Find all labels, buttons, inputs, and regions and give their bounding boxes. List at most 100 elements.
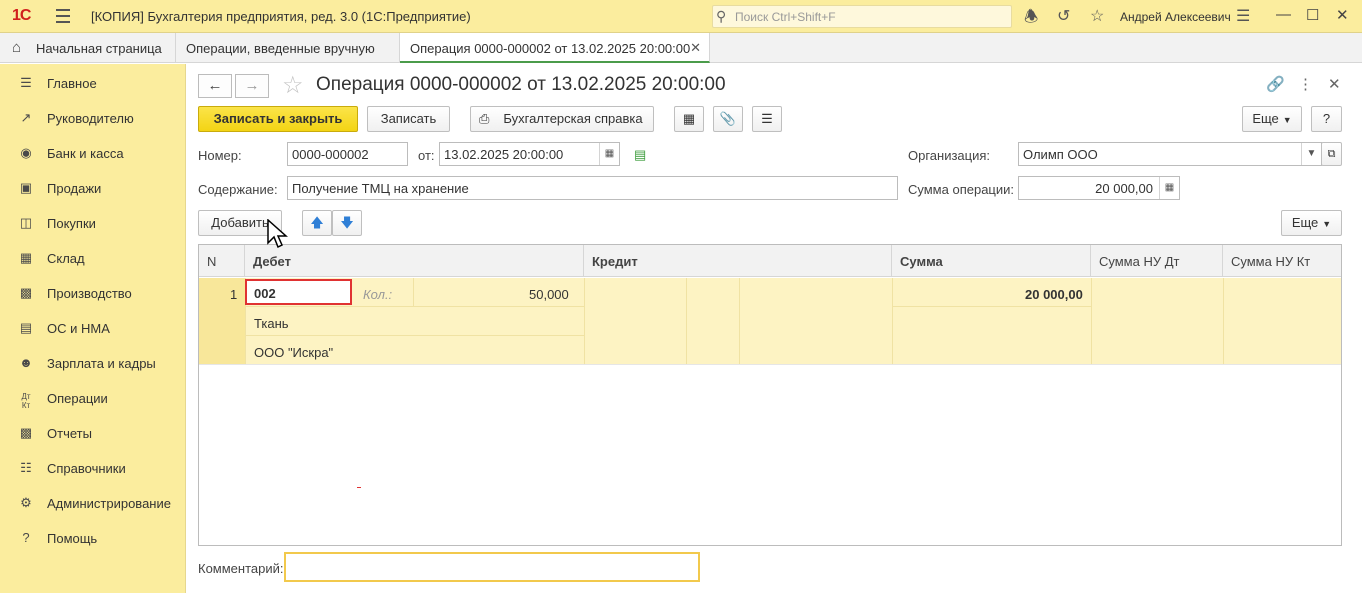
debit-account-value: 002 xyxy=(254,286,276,301)
factory-icon: ▩ xyxy=(19,285,33,300)
calculator-icon[interactable]: ▦ xyxy=(1159,177,1179,199)
sidebar-item-label: Справочники xyxy=(47,461,126,476)
sidebar-item-main[interactable]: ☰ Главное xyxy=(0,65,186,100)
tab-label: Операция 0000-000002 от 13.02.2025 20:00… xyxy=(410,41,691,56)
column-header-debit[interactable]: Дебет xyxy=(245,245,584,277)
more-label: Еще xyxy=(1291,215,1319,230)
sidebar-item-reports[interactable]: ▩ Отчеты xyxy=(0,415,186,450)
sum-cell[interactable]: 20 000,00 xyxy=(1025,287,1083,302)
sidebar-item-label: Производство xyxy=(47,286,132,301)
sidebar: ☰ Главное ↗ Руководителю ◉ Банк и касса … xyxy=(0,64,186,593)
more-vertical-icon[interactable]: ⋮ xyxy=(1298,75,1313,93)
question-icon: ? xyxy=(22,530,30,545)
date-label: от: xyxy=(418,148,435,163)
sidebar-item-warehouse[interactable]: ▦ Склад xyxy=(0,240,186,275)
document-list-icon[interactable]: ☰ xyxy=(752,106,782,132)
close-window-icon[interactable]: ✕ xyxy=(1336,6,1349,24)
sidebar-item-references[interactable]: ☷ Справочники xyxy=(0,450,186,485)
more-button[interactable]: Еще ▼ xyxy=(1242,106,1302,132)
caret-down-icon: ▼ xyxy=(1282,115,1292,125)
dt-kt-icon: Дт Кт xyxy=(21,392,31,410)
quantity-value[interactable]: 50,000 xyxy=(529,287,569,302)
truck-icon: ▤ xyxy=(19,320,33,335)
sidebar-item-label: Склад xyxy=(47,251,85,266)
printer-icon: ⎙ xyxy=(479,111,490,126)
sidebar-item-label: ОС и НМА xyxy=(47,321,110,336)
comment-label: Комментарий: xyxy=(198,561,284,576)
sidebar-item-help[interactable]: ? Помощь xyxy=(0,520,186,555)
search-placeholder: Поиск Ctrl+Shift+F xyxy=(735,10,836,24)
forward-button[interactable]: → xyxy=(235,74,269,98)
column-header-sum-nu-kt[interactable]: Сумма НУ Кт xyxy=(1223,245,1341,277)
star-icon[interactable]: ☆ xyxy=(1090,6,1104,26)
maximize-icon[interactable]: ☐ xyxy=(1306,6,1319,24)
comment-field[interactable] xyxy=(284,552,700,582)
search-input[interactable]: ⚲ Поиск Ctrl+Shift+F xyxy=(712,5,1012,28)
bell-icon[interactable]: 🕭 xyxy=(1024,6,1038,33)
sidebar-item-bank[interactable]: ◉ Банк и касса xyxy=(0,135,186,170)
sidebar-item-salary[interactable]: ☻ Зарплата и кадры xyxy=(0,345,186,380)
user-name[interactable]: Андрей Алексеевич xyxy=(1120,10,1231,24)
structure-icon[interactable]: ▦ xyxy=(674,106,704,132)
sidebar-item-manager[interactable]: ↗ Руководителю xyxy=(0,100,186,135)
tab-manual-operations[interactable]: Операции, введенные вручную xyxy=(176,33,400,63)
table-more-button[interactable]: Еще ▼ xyxy=(1281,210,1342,236)
help-button[interactable]: ? xyxy=(1311,106,1342,132)
main-menu-icon[interactable] xyxy=(56,9,70,23)
minimize-icon[interactable]: — xyxy=(1276,6,1291,23)
link-icon[interactable]: 🔗 xyxy=(1266,75,1285,93)
column-header-sum[interactable]: Сумма xyxy=(892,245,1091,277)
save-and-close-button[interactable]: Записать и закрыть xyxy=(198,106,358,132)
settings-menu-icon[interactable]: ☰ xyxy=(1236,6,1250,26)
list-icon: ☰ xyxy=(20,75,32,90)
column-header-n[interactable]: N xyxy=(199,245,245,277)
sum-label: Сумма операции: xyxy=(908,182,1014,197)
sidebar-item-label: Операции xyxy=(47,391,108,406)
save-button[interactable]: Записать xyxy=(367,106,450,132)
check-icon[interactable]: ▤ xyxy=(634,147,646,163)
accounting-note-button[interactable]: ⎙ Бухгалтерская справка xyxy=(470,106,654,132)
number-field[interactable]: 0000-000002 xyxy=(287,142,408,166)
sidebar-item-sales[interactable]: ▣ Продажи xyxy=(0,170,186,205)
back-button[interactable]: ← xyxy=(198,74,232,98)
book-icon: ☷ xyxy=(20,460,32,475)
sidebar-item-operations[interactable]: Дт Кт Операции xyxy=(0,380,186,415)
move-up-icon[interactable]: 🡅 xyxy=(302,210,332,236)
close-form-icon[interactable]: ✕ xyxy=(1328,75,1341,93)
sum-field[interactable]: 20 000,00 ▦ xyxy=(1018,176,1180,200)
tab-label: Начальная страница xyxy=(36,41,162,56)
open-organization-icon[interactable]: ⧉ xyxy=(1321,142,1342,166)
mouse-cursor-icon xyxy=(267,219,288,249)
operation-form: ← → ☆ Операция 0000-000002 от 13.02.2025… xyxy=(186,64,1362,593)
calendar-icon[interactable]: ▦ xyxy=(599,143,619,165)
sidebar-item-purchases[interactable]: ◫ Покупки xyxy=(0,205,186,240)
subconto-2[interactable]: ООО "Искра" xyxy=(254,345,333,360)
move-down-icon[interactable]: 🡇 xyxy=(332,210,362,236)
trend-icon: ↗ xyxy=(20,110,32,125)
column-header-credit[interactable]: Кредит xyxy=(584,245,892,277)
sidebar-item-label: Отчеты xyxy=(47,426,92,441)
debit-account-cell[interactable]: 002 xyxy=(245,279,352,305)
person-icon: ☻ xyxy=(19,355,33,370)
sidebar-item-production[interactable]: ▩ Производство xyxy=(0,275,186,310)
attachment-icon[interactable]: 📎 xyxy=(713,106,743,132)
entries-table: N Дебет Кредит Сумма Сумма НУ Дт Сумма Н… xyxy=(198,244,1342,546)
marker xyxy=(357,487,361,488)
dropdown-icon[interactable]: ▼ xyxy=(1301,143,1321,165)
history-icon[interactable]: ↺ xyxy=(1057,6,1070,26)
sidebar-item-label: Зарплата и кадры xyxy=(47,356,156,371)
organization-field[interactable]: Олимп ООО ▼ xyxy=(1018,142,1322,166)
content-field[interactable]: Получение ТМЦ на хранение xyxy=(287,176,898,200)
sidebar-item-admin[interactable]: ⚙ Администрирование xyxy=(0,485,186,520)
quantity-label: Кол.: xyxy=(363,287,393,302)
subconto-1[interactable]: Ткань xyxy=(254,316,289,331)
sidebar-item-label: Покупки xyxy=(47,216,96,231)
sidebar-item-assets[interactable]: ▤ ОС и НМА xyxy=(0,310,186,345)
favorite-star-icon[interactable]: ☆ xyxy=(282,71,304,100)
date-field[interactable]: 13.02.2025 20:00:00 ▦ xyxy=(439,142,620,166)
column-header-sum-nu-dt[interactable]: Сумма НУ Дт xyxy=(1091,245,1223,277)
tab-home[interactable]: ⌂ Начальная страница xyxy=(0,33,176,63)
close-tab-icon[interactable]: ✕ xyxy=(690,40,701,56)
sidebar-item-label: Руководителю xyxy=(47,111,134,126)
tab-operation[interactable]: Операция 0000-000002 от 13.02.2025 20:00… xyxy=(400,33,710,63)
